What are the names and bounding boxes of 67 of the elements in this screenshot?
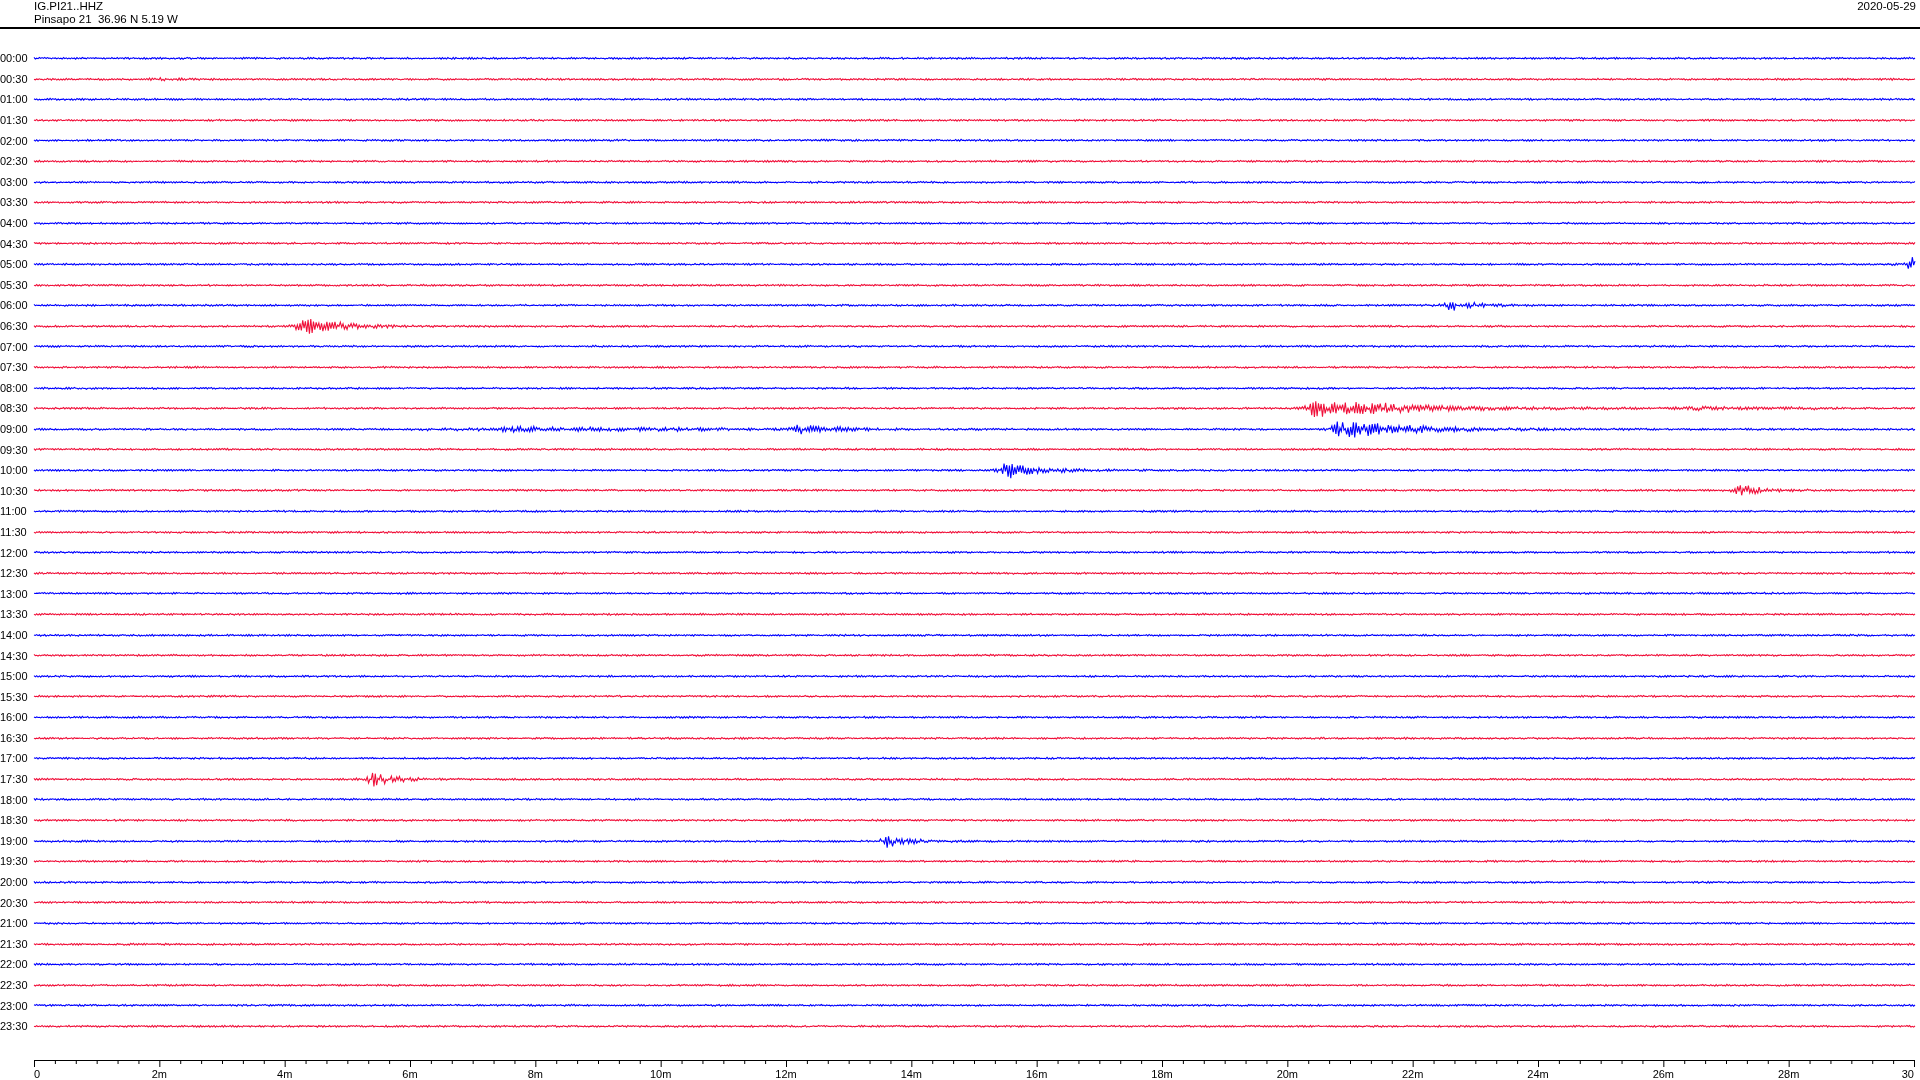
time-label: 04:00 bbox=[0, 217, 29, 230]
time-label: 01:00 bbox=[0, 93, 29, 106]
time-label: 15:30 bbox=[0, 690, 29, 703]
time-label: 17:00 bbox=[0, 752, 29, 765]
tick-label: 30 bbox=[1901, 1068, 1914, 1080]
time-label: 12:00 bbox=[0, 546, 29, 559]
tick-label: 24m bbox=[1527, 1068, 1549, 1080]
time-label: 13:30 bbox=[0, 608, 29, 621]
time-label: 12:30 bbox=[0, 567, 29, 580]
time-label: 13:00 bbox=[0, 587, 29, 600]
time-label: 21:00 bbox=[0, 917, 29, 930]
time-label: 03:30 bbox=[0, 196, 29, 209]
time-label: 22:00 bbox=[0, 958, 29, 971]
tick-label: 8m bbox=[527, 1068, 543, 1080]
tick-label: 18m bbox=[1151, 1068, 1173, 1080]
time-label: 08:00 bbox=[0, 381, 29, 394]
time-label: 08:30 bbox=[0, 402, 29, 415]
time-label: 11:30 bbox=[0, 525, 28, 538]
time-label: 15:00 bbox=[0, 670, 29, 683]
time-label: 10:30 bbox=[0, 484, 29, 497]
tick-label: 20m bbox=[1276, 1068, 1299, 1080]
time-label: 01:30 bbox=[0, 114, 29, 127]
time-label: 16:00 bbox=[0, 711, 29, 724]
tick-label: 2m bbox=[151, 1068, 167, 1080]
time-label: 09:30 bbox=[0, 443, 29, 456]
time-label: 20:30 bbox=[0, 896, 29, 909]
time-label: 14:30 bbox=[0, 649, 29, 662]
tick-label: 4m bbox=[277, 1068, 293, 1080]
time-label: 05:30 bbox=[0, 278, 29, 291]
time-label: 17:30 bbox=[0, 773, 29, 786]
tick-label: 12m bbox=[775, 1068, 797, 1080]
time-label: 14:00 bbox=[0, 628, 29, 641]
time-label: 06:00 bbox=[0, 299, 29, 312]
tick-label: 16m bbox=[1025, 1068, 1048, 1080]
time-label: 07:30 bbox=[0, 361, 29, 374]
time-label: 11:00 bbox=[0, 505, 28, 518]
tick-label: 26m bbox=[1652, 1068, 1675, 1080]
time-label: 23:00 bbox=[0, 999, 29, 1012]
time-label: 19:30 bbox=[0, 855, 29, 868]
tick-label: 6m bbox=[402, 1068, 418, 1080]
time-label: 04:30 bbox=[0, 237, 29, 250]
date-label: 2020-05-29 bbox=[1857, 0, 1916, 13]
time-label: 07:00 bbox=[0, 340, 29, 353]
time-label: 02:00 bbox=[0, 134, 29, 147]
station-info: Pinsapo 21 36.96 N 5.19 W bbox=[34, 13, 178, 26]
time-label: 05:00 bbox=[0, 258, 29, 271]
tick-label: 22m bbox=[1401, 1068, 1424, 1080]
time-label: 16:30 bbox=[0, 731, 29, 744]
time-label: 00:00 bbox=[0, 52, 29, 65]
station-code: IG.PI21..HHZ bbox=[34, 0, 105, 13]
tick-label: 28m bbox=[1777, 1068, 1800, 1080]
time-label: 18:30 bbox=[0, 814, 29, 827]
time-label: 21:30 bbox=[0, 937, 29, 950]
time-label: 06:30 bbox=[0, 320, 29, 332]
time-label: 23:30 bbox=[0, 1020, 29, 1033]
time-label: 00:30 bbox=[0, 72, 29, 85]
time-label: 19:00 bbox=[0, 834, 29, 847]
tick-label: 0 bbox=[34, 1068, 41, 1080]
time-label: 18:00 bbox=[0, 793, 29, 806]
time-label: 03:00 bbox=[0, 175, 29, 188]
tick-label: 10m bbox=[649, 1068, 672, 1080]
time-label: 02:30 bbox=[0, 155, 29, 168]
tick-label: 14m bbox=[900, 1068, 923, 1080]
time-label: 09:00 bbox=[0, 423, 29, 435]
time-label: 10:00 bbox=[0, 464, 29, 477]
time-label: 20:00 bbox=[0, 876, 29, 889]
time-label: 22:30 bbox=[0, 979, 29, 991]
